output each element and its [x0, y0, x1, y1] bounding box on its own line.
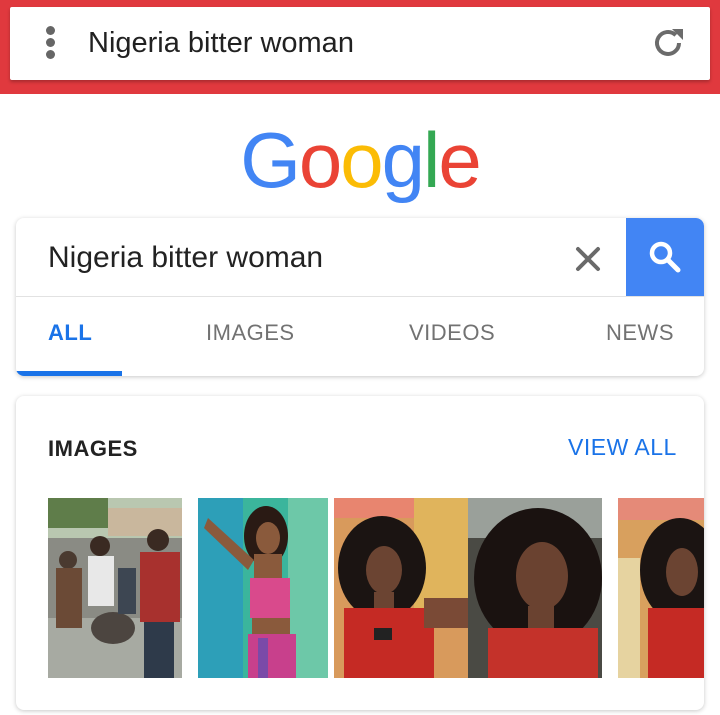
- section-title: IMAGES: [48, 436, 138, 461]
- image-thumbnail-2[interactable]: [198, 498, 328, 678]
- logo-letter: l: [423, 116, 440, 204]
- tab-images[interactable]: IMAGES: [206, 320, 295, 346]
- close-icon[interactable]: [571, 242, 605, 276]
- search-input[interactable]: Nigeria bitter woman: [48, 238, 323, 278]
- image-thumbnail-5[interactable]: [618, 498, 704, 678]
- tab-all[interactable]: ALL: [48, 320, 92, 346]
- more-options-icon[interactable]: [40, 25, 62, 61]
- active-tab-indicator: [16, 371, 122, 376]
- logo-letter: e: [438, 116, 481, 204]
- search-card: Nigeria bitter woman ALL IMAGES VIDEOS N…: [16, 218, 704, 376]
- image-thumbnail-3[interactable]: [334, 498, 468, 678]
- image-thumbnail-1[interactable]: [48, 498, 182, 678]
- address-bar-text[interactable]: Nigeria bitter woman: [88, 25, 354, 61]
- address-bar[interactable]: Nigeria bitter woman: [10, 7, 710, 80]
- images-card: IMAGES VIEW ALL: [16, 396, 704, 710]
- tab-videos[interactable]: VIDEOS: [409, 320, 495, 346]
- tab-news[interactable]: NEWS: [606, 320, 674, 346]
- logo-letter: g: [381, 116, 425, 204]
- search-icon: [649, 241, 681, 273]
- browser-toolbar: Nigeria bitter woman: [0, 0, 720, 94]
- view-all-link[interactable]: VIEW ALL: [568, 434, 677, 461]
- google-logo: Google: [0, 120, 720, 200]
- reload-icon[interactable]: [648, 23, 688, 63]
- divider: [16, 296, 704, 297]
- logo-letter: o: [298, 116, 342, 204]
- logo-letter: o: [340, 116, 383, 204]
- search-button[interactable]: [626, 218, 704, 296]
- logo-letter: G: [240, 116, 301, 204]
- image-thumbnail-4[interactable]: [468, 498, 602, 678]
